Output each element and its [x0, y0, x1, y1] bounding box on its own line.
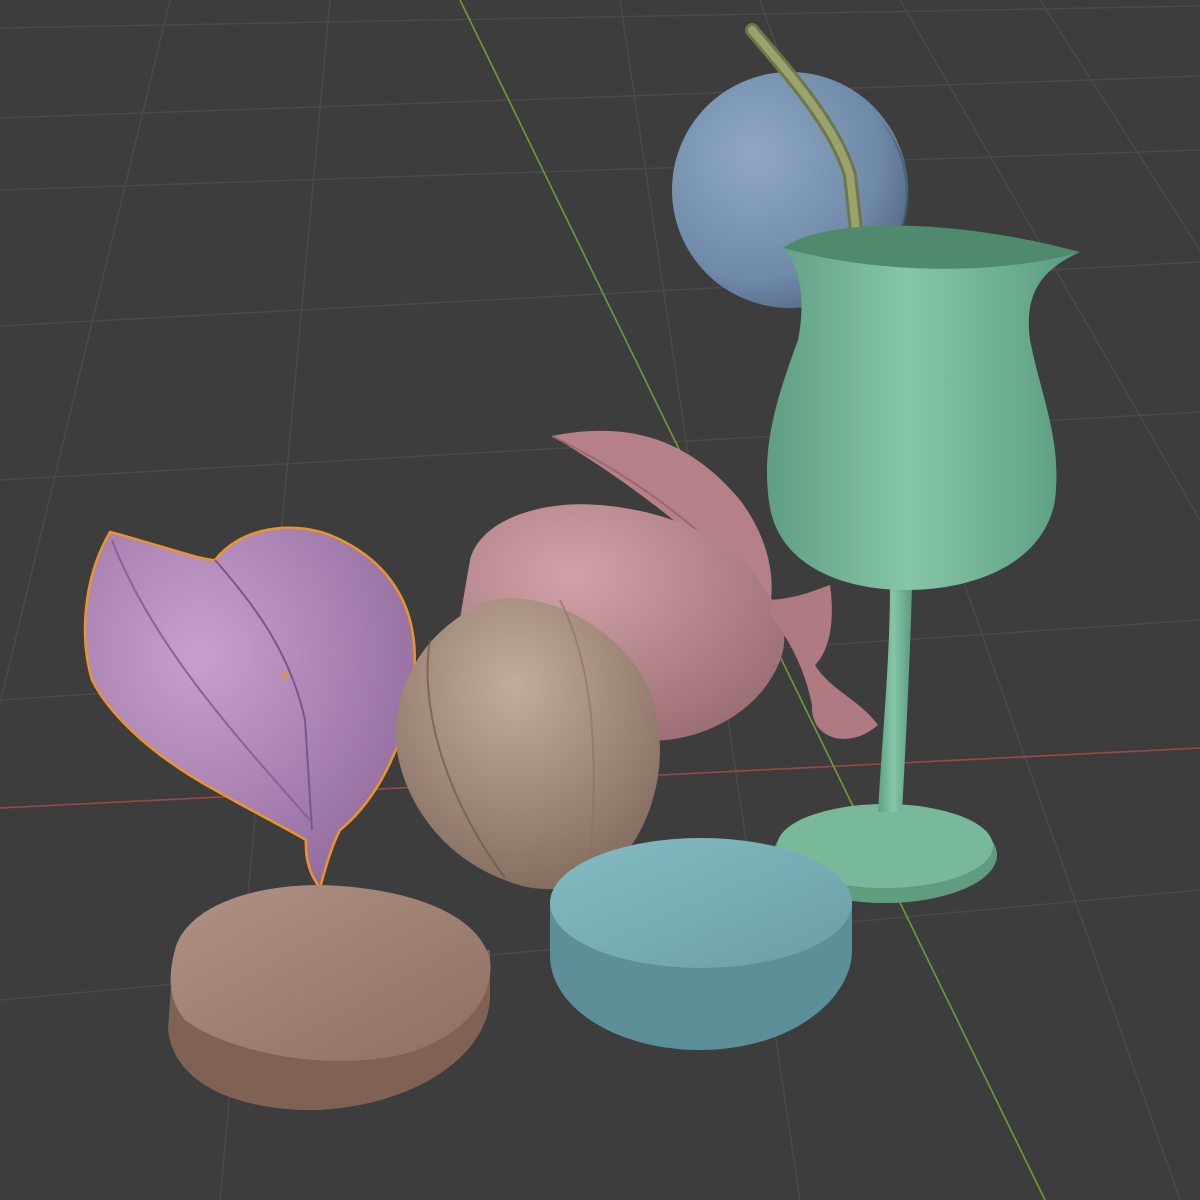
3d-viewport[interactable] [0, 0, 1200, 1200]
brown-disc[interactable] [168, 885, 491, 1111]
blue-disc[interactable] [550, 838, 852, 1050]
leaf-fruit[interactable] [83, 526, 416, 891]
green-glass[interactable] [766, 225, 1080, 903]
viewport-canvas[interactable] [0, 0, 1200, 1200]
